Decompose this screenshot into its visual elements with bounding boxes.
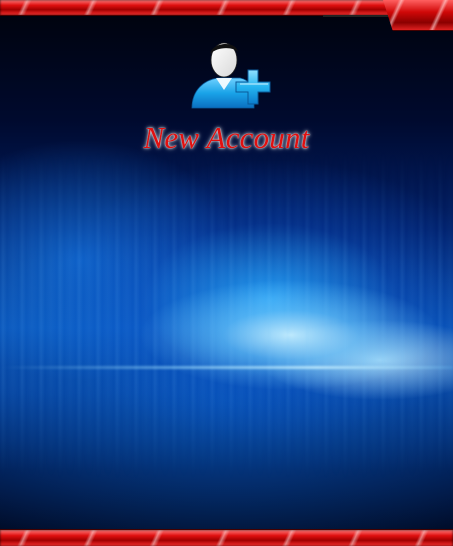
add-user-icon xyxy=(188,38,272,114)
background-light-streaks xyxy=(0,150,453,480)
new-account-window: New Account xyxy=(0,0,453,546)
background-horizon-glow xyxy=(0,366,453,369)
page-title: New Account xyxy=(143,120,310,155)
top-border-shadow xyxy=(323,15,393,17)
top-corner-tab xyxy=(383,0,453,31)
bottom-border xyxy=(0,529,453,546)
